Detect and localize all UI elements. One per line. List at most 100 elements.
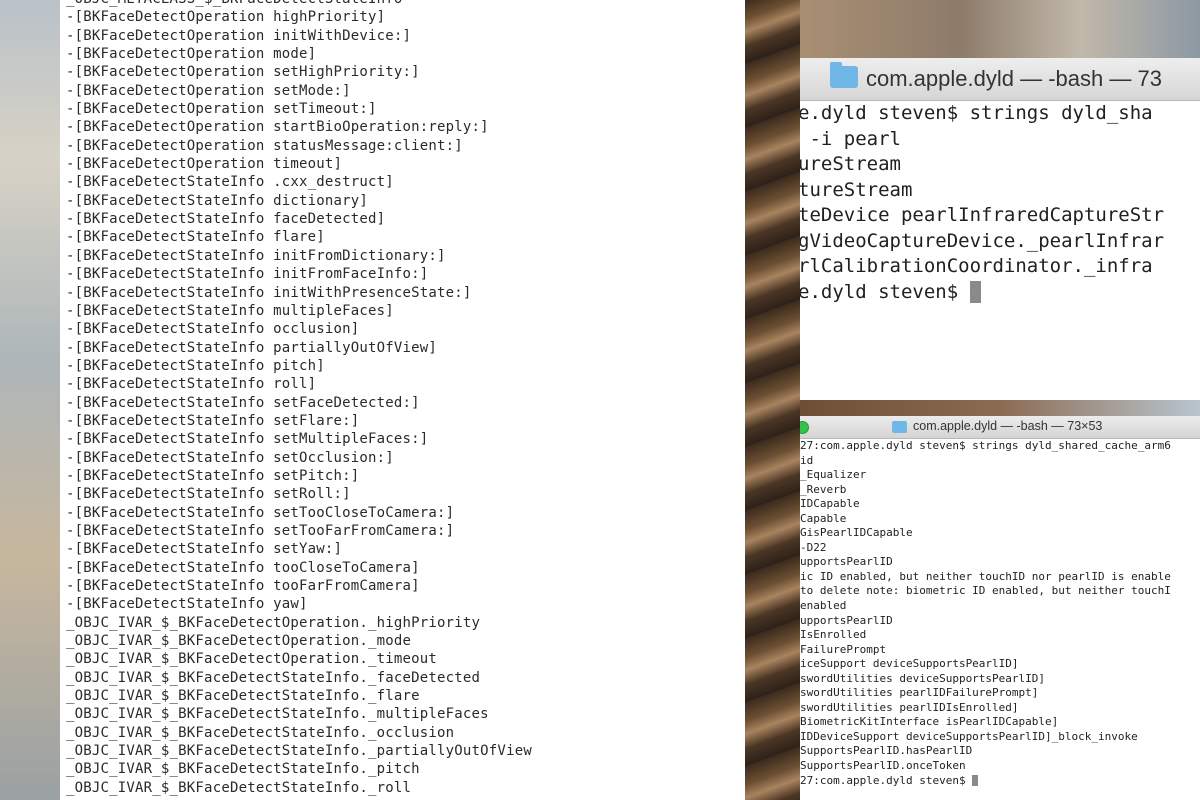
terminal-line: to delete note: biometric ID enabled, bu… [800,584,1200,599]
symbol-line: -[BKFaceDetectStateInfo dictionary] [66,192,369,209]
symbol-line: -[BKFaceDetectOperation mode] [66,46,317,63]
symbol-line: -[BKFaceDetectStateInfo roll] [66,376,317,393]
symbol-list: _OBJC_METACLASS_$_BKFaceDetectStateInfo-… [66,0,532,797]
desktop-wallpaper-left [0,0,60,800]
terminal-line: IDCapable [800,497,1200,512]
terminal-line-text: -D22 [800,540,827,554]
terminal-line-text: _Reverb [800,482,847,496]
symbol-line: -[BKFaceDetectOperation statusMessage:cl… [66,137,463,154]
window-title: com.apple.dyld — -bash — 73 [866,66,1162,91]
terminal-output[interactable]: e.dyld steven$ strings dyld_sha -i pearl… [800,101,1200,400]
terminal-line: e.dyld steven$ [800,280,1200,306]
terminal-line-text: IsEnrolled [800,628,867,642]
terminal-line: -i pearl [800,127,1200,153]
terminal-line: -D22 [800,541,1200,556]
symbol-line: -[BKFaceDetectOperation setTimeout:] [66,101,377,118]
symbol-line: -[BKFaceDetectStateInfo .cxx_destruct] [66,174,394,191]
terminal-line-text: GisPearlIDCapable [800,526,913,540]
symbol-line: -[BKFaceDetectOperation setMode:] [66,82,351,99]
terminal-line: _Reverb [800,483,1200,498]
terminal-line-text: e.dyld steven$ [800,280,970,303]
symbol-line: -[BKFaceDetectStateInfo partiallyOutOfVi… [66,339,438,356]
terminal-line: e.dyld steven$ strings dyld_sha [800,101,1200,127]
symbol-line: _OBJC_IVAR_$_BKFaceDetectOperation._time… [66,651,438,668]
symbol-line: -[BKFaceDetectStateInfo initFromFaceInfo… [66,266,429,283]
symbol-line: _OBJC_IVAR_$_BKFaceDetectStateInfo._mult… [66,706,489,723]
symbol-line: -[BKFaceDetectStateInfo flare] [66,229,325,246]
symbol-line: -[BKFaceDetectStateInfo setRoll:] [66,486,351,503]
terminal-line-text: -i pearl [800,127,901,150]
symbol-line: -[BKFaceDetectStateInfo tooCloseToCamera… [66,559,420,576]
terminal-line-text: upportsPearlID [800,613,893,627]
terminal-line-text: iceSupport deviceSupportsPearlID] [800,657,1019,671]
symbol-line: -[BKFaceDetectStateInfo setYaw:] [66,541,343,558]
symbol-line: -[BKFaceDetectOperation setHighPriority:… [66,64,420,81]
terminal-line: IDDeviceSupport deviceSupportsPearlID]_b… [800,730,1200,745]
symbol-line: -[BKFaceDetectStateInfo setOcclusion:] [66,449,394,466]
symbol-line: _OBJC_IVAR_$_BKFaceDetectStateInfo._occl… [66,724,455,741]
symbol-line: _OBJC_IVAR_$_BKFaceDetectStateInfo._flar… [66,688,420,705]
symbol-line: _OBJC_IVAR_$_BKFaceDetectStateInfo._part… [66,743,532,760]
terminal-line: SupportsPearlID.hasPearlID [800,744,1200,759]
terminal-line-text: BiometricKitInterface isPearlIDCapable] [800,715,1059,729]
terminal-line: ureStream [800,152,1200,178]
terminal-line-text: swordUtilities pearlIDFailurePrompt] [800,686,1039,700]
symbol-line: _OBJC_IVAR_$_BKFaceDetectStateInfo._face… [66,669,481,686]
symbol-line: -[BKFaceDetectOperation highPriority] [66,9,386,26]
terminal-line: tureStream [800,178,1200,204]
terminal-titlebar[interactable]: com.apple.dyld — -bash — 73 [800,58,1200,101]
terminal-line-text: e.dyld steven$ strings dyld_sha [800,102,1153,124]
terminal-line: _Equalizer [800,468,1200,483]
terminal-line: id [800,454,1200,469]
terminal-line: swordUtilities pearlIDFailurePrompt] [800,686,1200,701]
symbol-line: _OBJC_IVAR_$_BKFaceDetectOperation._high… [66,614,481,631]
symbol-line: -[BKFaceDetectStateInfo faceDetected] [66,211,386,228]
folder-icon [892,421,907,433]
terminal-line-text: SupportsPearlID.onceToken [800,759,966,773]
symbol-line: -[BKFaceDetectOperation initWithDevice:] [66,27,412,44]
terminal-line-text: enabled [800,599,847,613]
terminal-line: gVideoCaptureDevice._pearlInfrar [800,229,1200,255]
terminal-line-text: FailurePrompt [800,642,887,656]
symbol-line: -[BKFaceDetectStateInfo setFaceDetected:… [66,394,420,411]
terminal-line: teDevice pearlInfraredCaptureStr [800,203,1200,229]
terminal-line: 27:com.apple.dyld steven$ strings dyld_s… [800,439,1200,454]
cursor-icon [972,775,979,787]
terminal-line: Capable [800,512,1200,527]
terminal-line: enabled [800,599,1200,614]
terminal-line: GisPearlIDCapable [800,526,1200,541]
terminal-line-text: id [800,453,814,467]
terminal-line-text: IDDeviceSupport deviceSupportsPearlID]_b… [800,729,1138,743]
terminal-line-text: ureStream [800,153,901,175]
zoom-button-icon[interactable] [800,421,809,434]
symbol-line: -[BKFaceDetectStateInfo setMultipleFaces… [66,431,429,448]
terminal-window: com.apple.dyld — -bash — 73×53 27:com.ap… [800,416,1200,800]
terminal-line-text: swordUtilities pearlIDIsEnrolled] [800,700,1019,714]
terminal-line: upportsPearlID [800,614,1200,629]
terminal-line-text: SupportsPearlID.hasPearlID [800,744,973,758]
terminal-titlebar[interactable]: com.apple.dyld — -bash — 73×53 [800,416,1200,439]
terminal-line: IsEnrolled [800,628,1200,643]
desktop-wallpaper-top [800,0,1200,58]
terminal-line: rlCalibrationCoordinator._infra [800,254,1200,280]
window-title: com.apple.dyld — -bash — 73×53 [913,419,1103,433]
terminal-window-zoomed: com.apple.dyld — -bash — 73 e.dyld steve… [800,0,1200,400]
symbol-line: -[BKFaceDetectStateInfo setTooCloseToCam… [66,504,455,521]
terminal-line: upportsPearlID [800,555,1200,570]
desktop-wallpaper-middle [745,0,805,800]
desktop-wallpaper-gap [800,400,1200,416]
terminal-line-text: swordUtilities deviceSupportsPearlID] [800,671,1046,685]
symbol-line: -[BKFaceDetectStateInfo multipleFaces] [66,302,394,319]
symbol-line: -[BKFaceDetectStateInfo pitch] [66,357,325,374]
terminal-line: swordUtilities pearlIDIsEnrolled] [800,701,1200,716]
terminal-line: swordUtilities deviceSupportsPearlID] [800,672,1200,687]
symbol-line: -[BKFaceDetectOperation timeout] [66,156,343,173]
terminal-line-text: ic ID enabled, but neither touchID nor p… [800,569,1171,583]
terminal-line-text: upportsPearlID [800,555,893,569]
symbol-line: -[BKFaceDetectStateInfo setPitch:] [66,467,360,484]
symbol-line: -[BKFaceDetectStateInfo setTooFarFromCam… [66,522,455,539]
symbol-line: -[BKFaceDetectStateInfo initFromDictiona… [66,247,446,264]
terminal-line: SupportsPearlID.onceToken [800,759,1200,774]
terminal-line: ic ID enabled, but neither touchID nor p… [800,570,1200,585]
terminal-output[interactable]: 27:com.apple.dyld steven$ strings dyld_s… [800,439,1200,800]
